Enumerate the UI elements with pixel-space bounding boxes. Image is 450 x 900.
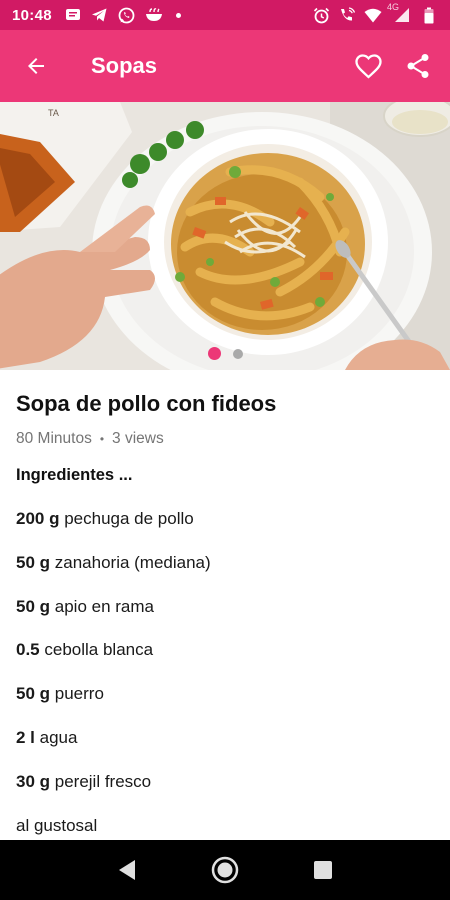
ingredient-quantity: 30 g [16,771,51,791]
favorite-button[interactable] [350,48,386,84]
ingredient-name: agua [34,727,78,747]
ingredient-name: cebolla blanca [39,640,154,660]
ingredient-item: 30 g perejil fresco [16,770,434,814]
ingredient-name: zanahoria (mediana) [50,552,211,572]
ingredient-quantity: 50 g [16,596,51,616]
share-button[interactable] [400,48,436,84]
ingredient-name: apio en rama [50,596,154,616]
recipe-duration: 80 Minutos [16,430,92,447]
status-bar: 10:48 4G [0,0,450,30]
ingredient-item: 50 g puerro [16,682,434,726]
ingredients-header: Ingredientes ... [16,466,133,484]
carousel-pager [0,347,450,360]
nav-home-button[interactable] [205,850,245,890]
status-time: 10:48 [12,6,52,24]
ingredient-item: 0.5 cebolla blanca [16,638,434,682]
share-icon [407,54,429,78]
recipe-details: Sopa de pollo con fideos 80 Minutos • 3 … [0,370,450,857]
wifi-calling-icon [338,6,356,24]
whatsapp-icon [118,6,136,24]
ingredient-name: al gustosal [16,815,98,835]
more-notifications-icon [175,12,181,18]
meta-separator: • [99,432,105,446]
svg-text:TA: TA [48,108,59,118]
recipe-image-carousel[interactable]: TA [0,102,450,370]
notification-icons [64,6,181,24]
square-recents-icon [314,861,332,879]
page-title: Sopas [91,53,158,78]
system-navigation-bar [0,840,450,900]
network-type-label: 4G [387,2,400,12]
system-icons: 4G [312,2,438,24]
pager-dot-active[interactable] [207,347,221,360]
signal-icon: 4G [387,2,412,24]
ingredient-quantity: 50 g [16,552,51,572]
ingredient-name: puerro [50,684,104,704]
ingredient-item: 50 g zanahoria (mediana) [16,551,434,595]
alarm-icon [312,6,330,24]
recipe-meta: 80 Minutos • 3 views [16,430,434,448]
ingredient-quantity: 50 g [16,684,51,704]
telegram-icon [91,6,109,24]
app-bar-actions [350,48,436,84]
back-button[interactable] [8,38,64,94]
nav-recents-button[interactable] [303,850,343,890]
ingredient-item: 2 l agua [16,726,434,770]
circle-home-icon [211,856,239,884]
ingredient-name: pechuga de pollo [59,509,194,528]
app-bar: Sopas [0,30,450,102]
ingredient-quantity: 0.5 [16,640,40,660]
ingredient-name: perejil fresco [50,771,152,791]
wifi-icon [364,6,382,24]
ingredient-quantity: 200 g [16,509,60,528]
nav-back-button[interactable] [107,850,147,890]
ingredient-quantity: 2 l [16,727,35,747]
recipe-title: Sopa de pollo con fideos [16,391,277,416]
ingredient-item: 200 g pechuga de pollo [16,507,434,551]
recipe-views: 3 views [112,430,164,447]
arrow-left-icon [28,58,44,74]
soup-photo: TA [0,102,450,370]
pager-dot[interactable] [232,348,243,359]
message-icon [64,6,82,24]
food-app-icon [145,6,163,24]
battery-icon [420,6,438,24]
ingredients-list: 200 g pechuga de pollo 50 g zanahoria (m… [16,507,434,857]
ingredient-item: 50 g apio en rama [16,595,434,639]
triangle-back-icon [119,860,135,880]
heart-outline-icon [354,53,382,79]
